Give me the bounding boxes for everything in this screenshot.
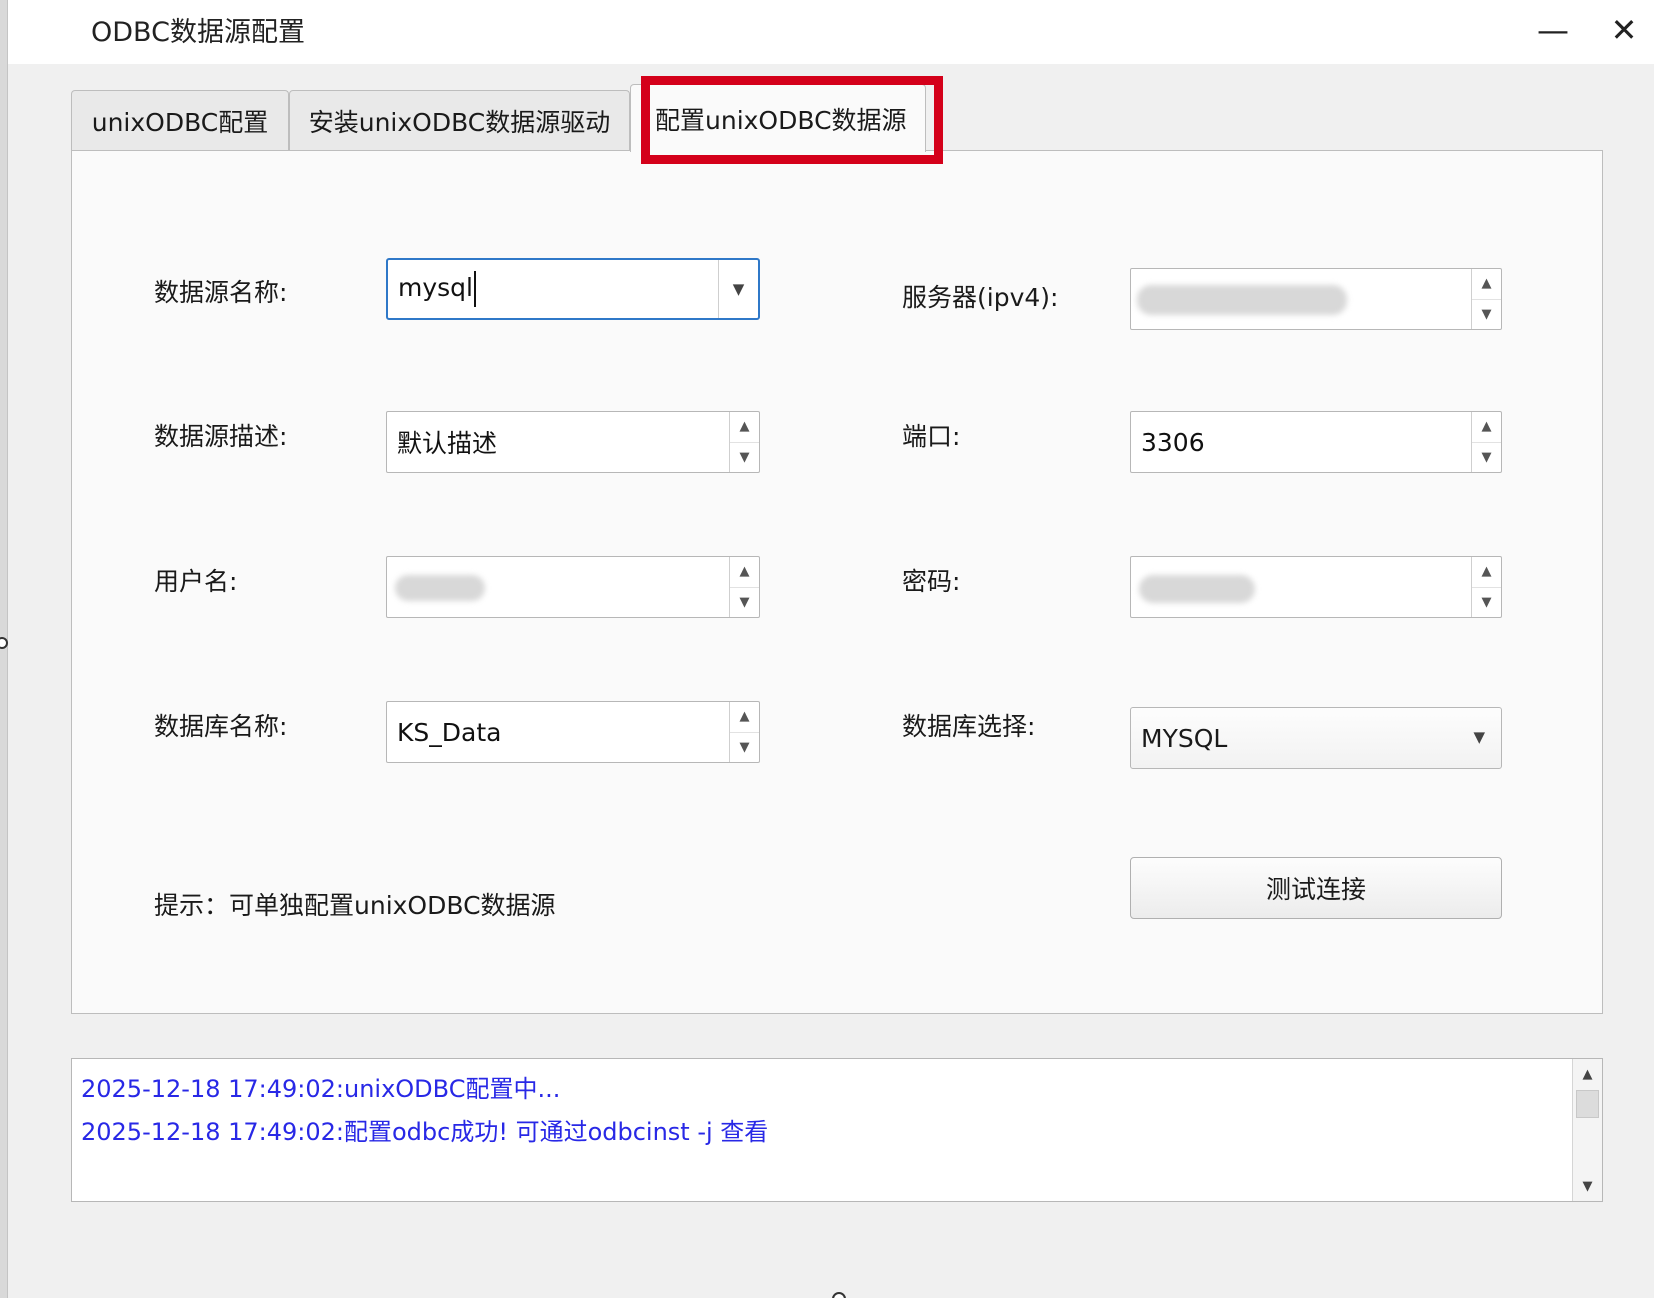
db-select-combobox[interactable]: MYSQL ▼ [1130, 707, 1502, 769]
dsn-name-label: 数据源名称: [154, 278, 288, 307]
db-select-label: 数据库选择: [902, 712, 1036, 741]
dsn-name-dropdown-button[interactable]: ▼ [718, 260, 758, 318]
password-spin-buttons: ▲ ▼ [1471, 557, 1501, 617]
server-spin-buttons: ▲ ▼ [1471, 269, 1501, 329]
db-name-value: KS_Data [397, 717, 502, 747]
dsn-desc-label: 数据源描述: [154, 422, 288, 451]
spin-down-icon[interactable]: ▼ [730, 443, 759, 473]
scroll-down-icon[interactable]: ▼ [1573, 1171, 1602, 1201]
port-spinbox[interactable]: 3306 ▲ ▼ [1130, 411, 1502, 473]
window-title: ODBC数据源配置 [91, 17, 305, 48]
db-name-spin-buttons: ▲ ▼ [729, 702, 759, 762]
redacted-server [1137, 285, 1347, 315]
username-spinbox[interactable]: ▲ ▼ [386, 556, 760, 618]
tab-configure-datasource[interactable]: 配置unixODBC数据源 [630, 84, 926, 152]
left-window-edge [0, 0, 8, 1298]
log-scrollbar[interactable]: ▲ ▼ [1572, 1059, 1602, 1201]
datasource-config-panel: 数据源名称: mysql ▼ 数据源描述: 默认描述 ▲ ▼ 用户名: ▲ ▼ … [71, 150, 1603, 1014]
spin-up-icon[interactable]: ▲ [1472, 557, 1501, 588]
redacted-password [1139, 575, 1255, 603]
dsn-desc-value: 默认描述 [397, 429, 498, 458]
server-label: 服务器(ipv4): [902, 283, 1059, 312]
port-value: 3306 [1141, 427, 1205, 457]
db-name-label: 数据库名称: [154, 712, 288, 741]
username-label: 用户名: [154, 567, 238, 596]
db-name-spinbox[interactable]: KS_Data ▲ ▼ [386, 701, 760, 763]
spin-down-icon[interactable]: ▼ [1472, 443, 1501, 473]
server-spinbox[interactable]: ▲ ▼ [1130, 268, 1502, 330]
spin-up-icon[interactable]: ▲ [1472, 269, 1501, 300]
minimize-icon: — [1537, 11, 1569, 49]
log-line: 2025-12-18 17:49:02:unixODBC配置中... [81, 1075, 561, 1103]
db-select-value: MYSQL [1141, 723, 1228, 753]
dsn-name-value: mysql [398, 273, 473, 302]
hint-text: 提示：可单独配置unixODBC数据源 [154, 891, 556, 920]
dsn-desc-spinbox[interactable]: 默认描述 ▲ ▼ [386, 411, 760, 473]
spin-up-icon[interactable]: ▲ [1472, 412, 1501, 443]
scroll-thumb[interactable] [1576, 1090, 1599, 1118]
spin-down-icon[interactable]: ▼ [1472, 300, 1501, 330]
tab-install-driver[interactable]: 安装unixODBC数据源驱动 [289, 90, 630, 150]
log-output: 2025-12-18 17:49:02:unixODBC配置中... 2025-… [71, 1058, 1603, 1202]
test-connection-button[interactable]: 测试连接 [1130, 857, 1502, 919]
spin-down-icon[interactable]: ▼ [1472, 588, 1501, 618]
chevron-down-icon: ▼ [732, 280, 745, 298]
username-spin-buttons: ▲ ▼ [729, 557, 759, 617]
password-label: 密码: [902, 567, 961, 596]
password-spinbox[interactable]: ▲ ▼ [1130, 556, 1502, 618]
text-caret [474, 271, 476, 307]
tab-unixodbc-config[interactable]: unixODBC配置 [71, 90, 289, 150]
log-line: 2025-12-18 17:49:02:配置odbc成功! 可通过odbcins… [81, 1118, 769, 1146]
port-spin-buttons: ▲ ▼ [1471, 412, 1501, 472]
spin-up-icon[interactable]: ▲ [730, 702, 759, 733]
spin-down-icon[interactable]: ▼ [730, 588, 759, 618]
minimize-button[interactable]: — [1529, 8, 1577, 52]
chevron-down-icon: ▼ [1473, 728, 1485, 746]
spin-down-icon[interactable]: ▼ [730, 733, 759, 763]
dsn-name-combobox[interactable]: mysql ▼ [386, 258, 760, 320]
port-label: 端口: [902, 422, 961, 451]
scroll-up-icon[interactable]: ▲ [1573, 1059, 1602, 1089]
redacted-username [395, 575, 485, 601]
title-bar: ODBC数据源配置 — ✕ [8, 0, 1654, 64]
spin-up-icon[interactable]: ▲ [730, 557, 759, 588]
dsn-desc-spin-buttons: ▲ ▼ [729, 412, 759, 472]
close-icon: ✕ [1610, 11, 1638, 49]
close-button[interactable]: ✕ [1600, 8, 1648, 52]
resize-handle-bottom[interactable] [832, 1292, 846, 1298]
spin-up-icon[interactable]: ▲ [730, 412, 759, 443]
